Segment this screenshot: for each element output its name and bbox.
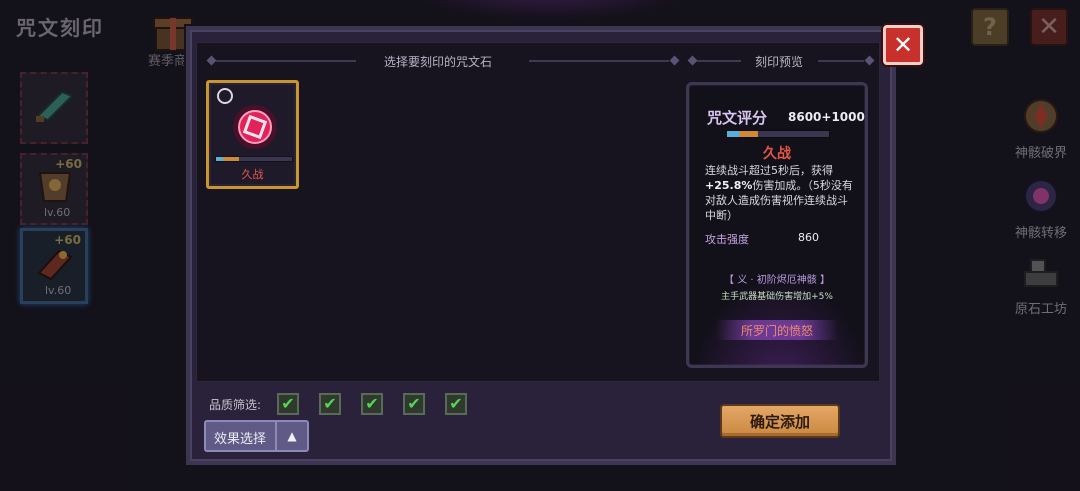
quality-filter-checkbox[interactable]: ✔: [277, 393, 299, 415]
rune-card[interactable]: 久战: [206, 80, 299, 189]
rune-name: 久战: [241, 168, 264, 181]
relic-name: 所罗门的愤怒: [740, 324, 813, 338]
header-divider: [529, 60, 669, 62]
rune-gem-icon: [233, 105, 277, 149]
preview-rune-name: 久战: [763, 146, 791, 162]
rune-progress-fill: [216, 157, 239, 161]
score-progress-fill: [727, 131, 758, 137]
preview-header: 刻印预览: [755, 55, 804, 69]
chevron-up-icon[interactable]: ▲: [275, 422, 307, 450]
effect-select-label: 效果选择: [214, 432, 267, 447]
quality-filter-checkbox[interactable]: ✔: [403, 393, 425, 415]
set-bonus: 主手武器基础伤害增加+5%: [721, 292, 833, 302]
rune-progress-bar: [215, 156, 293, 162]
quality-filter-checkbox[interactable]: ✔: [445, 393, 467, 415]
quality-filter-checkbox[interactable]: ✔: [319, 393, 341, 415]
desc-highlight: +25.8%: [705, 179, 753, 192]
quality-filter-label: 品质筛选:: [209, 398, 262, 412]
effect-select-button[interactable]: 效果选择 ▲: [204, 420, 309, 452]
desc-prefix: 连续战斗超过5秒后，获得: [705, 164, 833, 177]
header-divider: [818, 60, 864, 62]
header-divider: [216, 60, 356, 62]
quality-filter-checkbox[interactable]: ✔: [361, 393, 383, 415]
set-name: 【 义 · 初阶烬厄神骸 】: [724, 275, 830, 286]
rune-list-header: 选择要刻印的咒文石: [384, 55, 493, 69]
confirm-add-button[interactable]: 确定添加: [720, 404, 840, 438]
score-progress-bar: [726, 130, 830, 138]
header-divider: [697, 60, 741, 62]
score-value: 8600+1000: [788, 110, 865, 124]
stat-label: 攻击强度: [705, 233, 749, 246]
stat-value: 860: [798, 231, 819, 244]
rune-description: 连续战斗超过5秒后，获得+25.8%伤害加成。（5秒没有对敌人造成伤害视作连续战…: [705, 163, 855, 223]
dialog-close-button[interactable]: ✕: [883, 25, 923, 65]
score-label: 咒文评分: [707, 109, 768, 127]
engrave-preview: 咒文评分 8600+1000 久战 连续战斗超过5秒后，获得+25.8%伤害加成…: [686, 82, 868, 368]
